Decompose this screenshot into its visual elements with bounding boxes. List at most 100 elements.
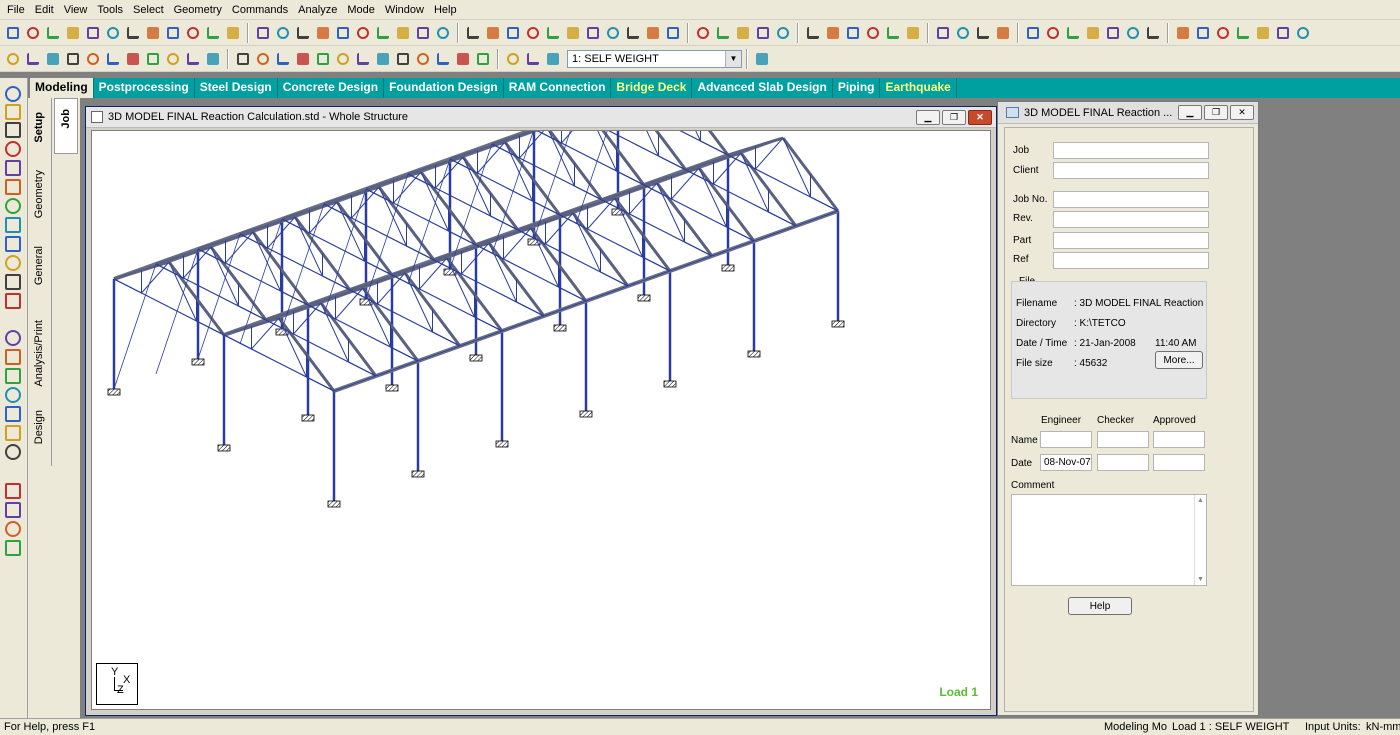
- toolbar-tool-icon[interactable]: [1295, 25, 1311, 41]
- toolbar-tool-icon[interactable]: [995, 25, 1011, 41]
- side-tool-icon[interactable]: [5, 293, 21, 309]
- toolbar-tool-icon[interactable]: [845, 25, 861, 41]
- toolbar-tool-icon[interactable]: [25, 25, 41, 41]
- structure-member[interactable]: [197, 248, 226, 264]
- fixed-support-icon[interactable]: [411, 470, 425, 478]
- fixed-support-icon[interactable]: [217, 444, 231, 452]
- menu-analyze[interactable]: Analyze: [293, 4, 342, 16]
- fixed-support-icon[interactable]: [301, 414, 315, 422]
- toolbar-tool-icon[interactable]: [5, 51, 21, 67]
- structure-member[interactable]: [643, 184, 672, 200]
- toolbar-tool-icon[interactable]: [145, 25, 161, 41]
- toolbar-tool-icon[interactable]: [125, 51, 141, 67]
- part-field[interactable]: [1053, 232, 1209, 249]
- structure-member[interactable]: [365, 188, 394, 204]
- tab-job[interactable]: Job: [60, 109, 72, 129]
- side-tool-icon[interactable]: [5, 540, 21, 556]
- toolbar-tool-icon[interactable]: [754, 51, 770, 67]
- comment-textarea[interactable]: ▲ ▼: [1011, 494, 1207, 586]
- tab-modeling[interactable]: Modeling: [30, 78, 94, 98]
- toolbar-tool-icon[interactable]: [355, 25, 371, 41]
- more-button[interactable]: More...: [1155, 351, 1203, 369]
- side-tool-icon[interactable]: [5, 86, 21, 102]
- structure-member[interactable]: [491, 143, 520, 159]
- structure-member[interactable]: [685, 169, 714, 185]
- toolbar-tool-icon[interactable]: [665, 25, 681, 41]
- job-maximize-button[interactable]: ❐: [1204, 105, 1228, 120]
- toolbar-tool-icon[interactable]: [1045, 25, 1061, 41]
- toolbar-tool-icon[interactable]: [105, 51, 121, 67]
- toolbar-tool-icon[interactable]: [1215, 25, 1231, 41]
- job-window-titlebar[interactable]: 3D MODEL FINAL Reaction ... ▁ ❐ ✕: [998, 102, 1258, 124]
- structure-member[interactable]: [559, 214, 588, 230]
- toolbar-tool-icon[interactable]: [185, 25, 201, 41]
- job-field[interactable]: [1053, 142, 1209, 159]
- side-tool-icon[interactable]: [5, 274, 21, 290]
- toolbar-tool-icon[interactable]: [205, 25, 221, 41]
- toolbar-tool-icon[interactable]: [395, 51, 411, 67]
- toolbar-tool-icon[interactable]: [45, 51, 61, 67]
- toolbar-tool-icon[interactable]: [275, 51, 291, 67]
- menu-commands[interactable]: Commands: [227, 4, 293, 16]
- toolbar-tool-icon[interactable]: [825, 25, 841, 41]
- menu-help[interactable]: Help: [429, 4, 462, 16]
- tab-setup[interactable]: Setup: [33, 112, 45, 143]
- toolbar-tool-icon[interactable]: [255, 25, 271, 41]
- toolbar-tool-icon[interactable]: [375, 25, 391, 41]
- side-tool-icon[interactable]: [5, 368, 21, 384]
- side-tool-icon[interactable]: [5, 521, 21, 537]
- fixed-support-icon[interactable]: [385, 384, 399, 392]
- toolbar-tool-icon[interactable]: [565, 25, 581, 41]
- toolbar-tool-icon[interactable]: [85, 51, 101, 67]
- structure-member[interactable]: [727, 154, 756, 170]
- toolbar-tool-icon[interactable]: [1125, 25, 1141, 41]
- toolbar-tool-icon[interactable]: [695, 25, 711, 41]
- toolbar-tool-icon[interactable]: [905, 25, 921, 41]
- structure-member[interactable]: [459, 330, 503, 347]
- toolbar-tool-icon[interactable]: [525, 25, 541, 41]
- fixed-support-icon[interactable]: [663, 380, 677, 388]
- engineer-name-field[interactable]: [1040, 431, 1092, 448]
- checker-name-field[interactable]: [1097, 431, 1149, 448]
- side-tool-icon[interactable]: [5, 387, 21, 403]
- fixed-support-icon[interactable]: [327, 500, 341, 508]
- toolbar-tool-icon[interactable]: [885, 25, 901, 41]
- toolbar-tool-icon[interactable]: [585, 25, 601, 41]
- checker-date-field[interactable]: [1097, 454, 1149, 471]
- job-minimize-button[interactable]: ▁: [1178, 105, 1202, 120]
- toolbar-tool-icon[interactable]: [475, 51, 491, 67]
- fixed-support-icon[interactable]: [747, 350, 761, 358]
- toolbar-tool-icon[interactable]: [545, 25, 561, 41]
- menu-geometry[interactable]: Geometry: [169, 4, 227, 16]
- toolbar-tool-icon[interactable]: [775, 25, 791, 41]
- structure-member[interactable]: [417, 345, 461, 362]
- engineer-date-field[interactable]: 08-Nov-07: [1040, 454, 1092, 471]
- toolbar-tool-icon[interactable]: [275, 25, 291, 41]
- structure-member[interactable]: [333, 375, 377, 392]
- toolbar-tool-icon[interactable]: [455, 51, 471, 67]
- structure-member[interactable]: [407, 173, 436, 189]
- approved-name-field[interactable]: [1153, 431, 1205, 448]
- toolbar-tool-icon[interactable]: [25, 51, 41, 67]
- structure-member[interactable]: [753, 225, 797, 242]
- job-no-field[interactable]: [1053, 191, 1209, 208]
- fixed-support-icon[interactable]: [191, 358, 205, 366]
- fixed-support-icon[interactable]: [721, 264, 735, 272]
- toolbar-tool-icon[interactable]: [315, 25, 331, 41]
- toolbar-tool-icon[interactable]: [1275, 25, 1291, 41]
- side-tool-icon[interactable]: [5, 444, 21, 460]
- toolbar-tool-icon[interactable]: [865, 25, 881, 41]
- toolbar-tool-icon[interactable]: [605, 25, 621, 41]
- toolbar-tool-icon[interactable]: [1105, 25, 1121, 41]
- minimize-button[interactable]: ▁: [916, 110, 940, 125]
- side-tool-icon[interactable]: [5, 330, 21, 346]
- side-tool-icon[interactable]: [5, 236, 21, 252]
- structure-member[interactable]: [589, 131, 617, 172]
- structure-member[interactable]: [585, 285, 629, 302]
- toolbar-tool-icon[interactable]: [935, 25, 951, 41]
- tab-design[interactable]: Design: [33, 410, 45, 444]
- structure-window-titlebar[interactable]: 3D MODEL FINAL Reaction Calculation.std …: [86, 107, 996, 128]
- tab-geometry[interactable]: Geometry: [33, 170, 45, 218]
- toolbar-tool-icon[interactable]: [255, 51, 271, 67]
- toolbar-tool-icon[interactable]: [1195, 25, 1211, 41]
